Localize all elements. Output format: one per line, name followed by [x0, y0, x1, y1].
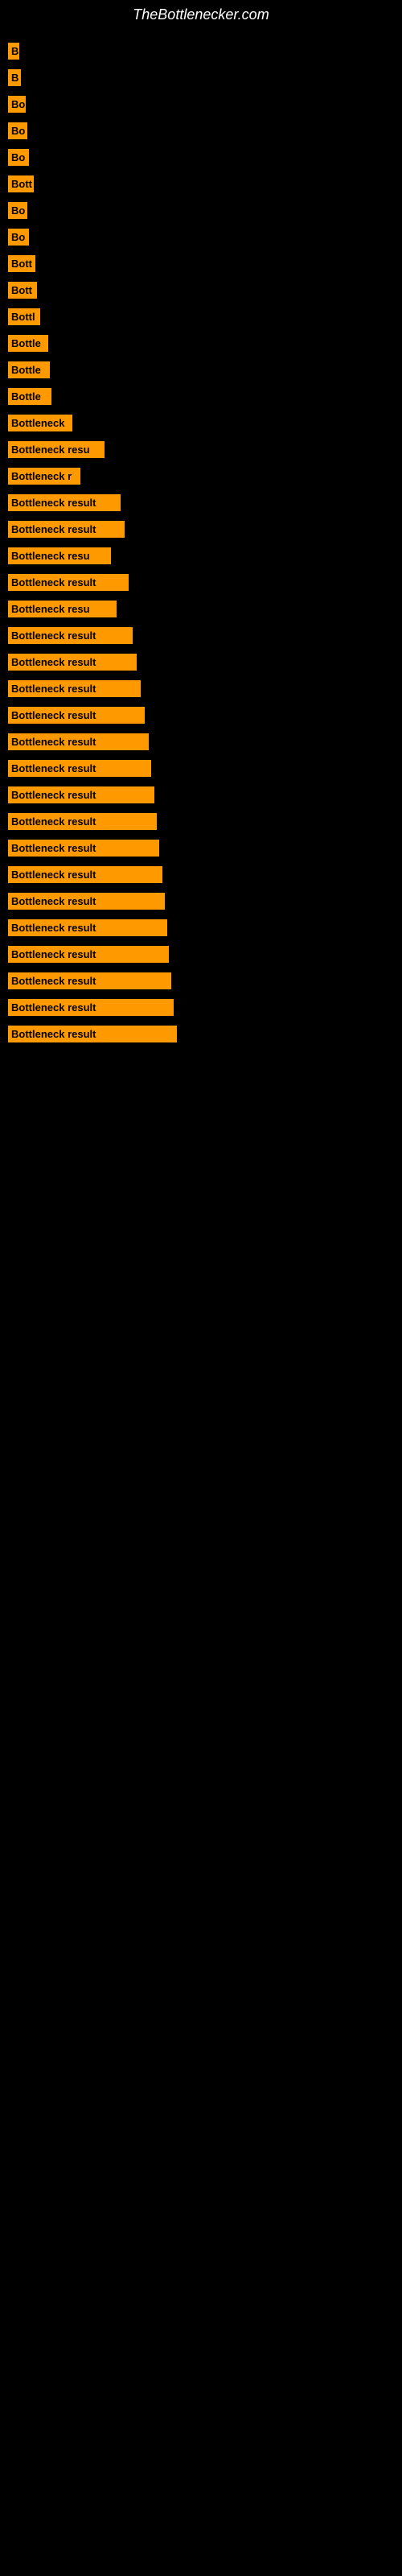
bar-label: Bott: [8, 255, 35, 272]
bar-row: Bott: [0, 250, 402, 277]
bar-row: Bott: [0, 171, 402, 197]
bars-container: BB Bo Bo Bo Bott Bo Bo Bott Bott Bottl Bottle Bottl…: [0, 30, 402, 1055]
bar-row: Bottleneck: [0, 410, 402, 436]
bar-label: Bottleneck result: [8, 494, 121, 511]
bar-row: Bo: [0, 224, 402, 250]
bar-row: B: [0, 38, 402, 64]
bar-label: Bottleneck result: [8, 707, 145, 724]
bar-row: Bott: [0, 277, 402, 303]
bar-label: Bottle: [8, 335, 48, 352]
bar-label: Bottleneck result: [8, 972, 171, 989]
bar-label: Bottleneck result: [8, 574, 129, 591]
bar-row: Bottleneck result: [0, 808, 402, 835]
bar-label: Bo: [8, 229, 29, 246]
bar-row: Bottleneck result: [0, 729, 402, 755]
bar-label: Bottleneck result: [8, 760, 151, 777]
bar-row: Bottleneck result: [0, 675, 402, 702]
bar-label: Bottleneck result: [8, 786, 154, 803]
bar-label: Bo: [8, 149, 29, 166]
bar-label: Bottle: [8, 361, 50, 378]
bar-row: Bottleneck result: [0, 489, 402, 516]
bar-row: Bottleneck result: [0, 861, 402, 888]
bar-row: Bottleneck result: [0, 702, 402, 729]
bar-label: B: [8, 43, 19, 60]
bar-label: Bottleneck result: [8, 813, 157, 830]
bar-row: Bottleneck result: [0, 914, 402, 941]
bar-label: Bottleneck result: [8, 654, 137, 671]
bar-label: Bottleneck result: [8, 1026, 177, 1042]
bar-row: Bottleneck result: [0, 994, 402, 1021]
bar-row: Bottleneck result: [0, 569, 402, 596]
bar-label: Bottleneck result: [8, 521, 125, 538]
bar-row: Bo: [0, 144, 402, 171]
bar-row: Bottleneck resu: [0, 543, 402, 569]
bar-label: Bottl: [8, 308, 40, 325]
bar-row: Bo: [0, 197, 402, 224]
bar-row: Bottleneck resu: [0, 436, 402, 463]
site-title: TheBottlenecker.com: [0, 0, 402, 30]
bar-label: Bottleneck result: [8, 840, 159, 857]
bar-row: Bottleneck r: [0, 463, 402, 489]
bar-label: Bottleneck result: [8, 680, 141, 697]
bar-label: Bottleneck result: [8, 733, 149, 750]
bar-label: Bo: [8, 96, 26, 113]
bar-row: Bottleneck result: [0, 782, 402, 808]
bar-row: Bo: [0, 91, 402, 118]
bar-row: Bottleneck result: [0, 755, 402, 782]
bar-label: Bott: [8, 282, 37, 299]
bar-row: Bottleneck result: [0, 1021, 402, 1047]
bar-row: Bottle: [0, 383, 402, 410]
bar-row: Bottleneck result: [0, 941, 402, 968]
bar-label: Bott: [8, 175, 34, 192]
bar-row: Bottleneck result: [0, 835, 402, 861]
bar-label: Bo: [8, 122, 27, 139]
bar-row: Bottl: [0, 303, 402, 330]
bar-row: Bo: [0, 118, 402, 144]
bar-row: Bottleneck resu: [0, 596, 402, 622]
bar-row: B: [0, 64, 402, 91]
bar-label: Bottleneck: [8, 415, 72, 431]
bar-row: Bottleneck result: [0, 968, 402, 994]
bar-label: Bottleneck r: [8, 468, 80, 485]
bar-row: Bottleneck result: [0, 622, 402, 649]
bar-label: Bottleneck result: [8, 627, 133, 644]
bar-row: Bottleneck result: [0, 516, 402, 543]
bar-label: Bottleneck result: [8, 893, 165, 910]
bar-label: B: [8, 69, 21, 86]
bar-label: Bottleneck result: [8, 946, 169, 963]
bar-label: Bottleneck resu: [8, 547, 111, 564]
bar-label: Bottleneck resu: [8, 441, 105, 458]
bar-label: Bottle: [8, 388, 51, 405]
bar-label: Bottleneck result: [8, 999, 174, 1016]
bar-row: Bottle: [0, 357, 402, 383]
bar-row: Bottleneck result: [0, 888, 402, 914]
bar-row: Bottle: [0, 330, 402, 357]
bar-label: Bottleneck resu: [8, 601, 117, 617]
bar-label: Bo: [8, 202, 27, 219]
bar-row: Bottleneck result: [0, 649, 402, 675]
bar-label: Bottleneck result: [8, 919, 167, 936]
bar-label: Bottleneck result: [8, 866, 162, 883]
